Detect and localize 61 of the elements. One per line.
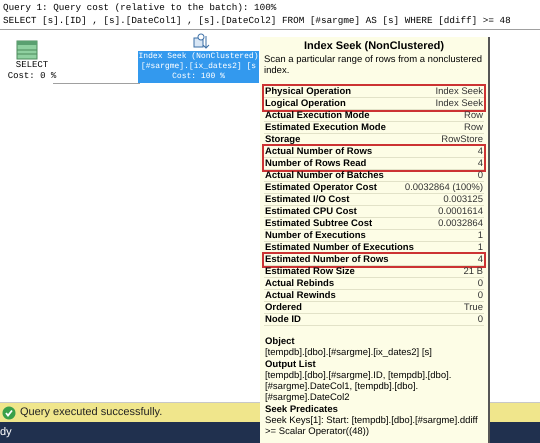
property-value: 0	[478, 170, 483, 181]
index-seek-node[interactable]: Index Seek (NonClustered) [#sargme].[ix_dates2] [s Cost: 100 %	[138, 51, 259, 83]
property-name: Estimated CPU Cost	[265, 206, 357, 217]
property-value: 0.003125	[443, 194, 483, 205]
property-value: 0.0032864	[438, 218, 483, 229]
property-value: Index Seek	[435, 98, 483, 109]
property-value: RowStore	[441, 134, 483, 145]
check-icon	[2, 406, 16, 420]
node-label: SELECT	[16, 60, 48, 71]
status-text: dy	[0, 425, 12, 440]
property-value: 0	[478, 278, 483, 289]
property-value: Row	[464, 122, 483, 133]
section-text: [tempdb].[dbo].[#sargme].[ix_dates2] [s]	[265, 347, 433, 358]
property-value: Row	[464, 110, 483, 121]
property-name: Estimated Number of Rows	[265, 254, 389, 265]
property-name: Actual Number of Batches	[265, 170, 384, 181]
property-value: 0	[478, 314, 483, 325]
property-name: Node ID	[265, 314, 301, 325]
property-value: 1	[478, 230, 483, 241]
property-name: Actual Rewinds	[265, 290, 336, 301]
property-value: 4	[478, 254, 483, 265]
property-value: 0.0032864 (100%)	[404, 182, 483, 193]
node-label: [#sargme].[ix_dates2] [s	[140, 62, 256, 72]
property-name: Estimated Subtree Cost	[265, 218, 372, 229]
property-name: Estimated Number of Executions	[265, 242, 414, 253]
property-name: Estimated Execution Mode	[265, 122, 386, 133]
index-seek-icon	[192, 33, 210, 51]
property-name: Actual Number of Rows	[265, 146, 372, 157]
property-name: Storage	[265, 134, 300, 145]
property-name: Logical Operation	[265, 98, 346, 109]
property-name: Estimated Row Size	[265, 266, 355, 277]
property-name: Estimated I/O Cost	[265, 194, 350, 205]
property-value: 0	[478, 290, 483, 301]
section-heading: Output List	[265, 359, 317, 370]
property-name: Actual Execution Mode	[265, 110, 370, 121]
property-value: 21 B	[463, 266, 483, 277]
section-heading: Seek Predicates	[265, 404, 339, 415]
node-cost: Cost: 0 %	[8, 71, 56, 82]
property-name: Physical Operation	[265, 86, 352, 97]
table-icon	[16, 40, 38, 60]
query-text: SELECT [s].[ID] , [s].[DateCol1] , [s].[DateCol2] FROM [#sargme] AS [s] WHERE [ddiff] >= 48	[3, 14, 512, 27]
property-name: Estimated Operator Cost	[265, 182, 377, 193]
property-name: Actual Rebinds	[265, 278, 334, 289]
tooltip-title: Index Seek (NonClustered)	[303, 41, 445, 52]
property-value: Index Seek	[435, 86, 483, 97]
property-name: Number of Executions	[265, 230, 366, 241]
property-value: 1	[478, 242, 483, 253]
property-name: Number of Rows Read	[265, 158, 366, 169]
property-value: True	[464, 302, 483, 313]
node-label: Cost: 100 %	[172, 72, 225, 82]
node-label: Index Seek (NonClustered)	[138, 52, 259, 62]
section-text: [tempdb].[dbo].[#sargme].ID, [tempdb].[dbo].[#sargme].DateCol1, [tempdb].[dbo].[#sargme].DateCol2	[265, 370, 452, 403]
status-message: Query executed successfully.	[20, 405, 162, 420]
property-name: Ordered	[265, 302, 302, 313]
property-value: 4	[478, 146, 483, 157]
property-value: 4	[478, 158, 483, 169]
query-text: Query 1: Query cost (relative to the batch): 100%	[3, 1, 278, 14]
section-heading: Object	[265, 336, 296, 347]
section-text: Seek Keys[1]: Start: [tempdb].[dbo].[#sargme].ddiff >= Scalar Operator((48))	[265, 415, 479, 437]
property-value: 0.0001614	[438, 206, 483, 217]
tooltip-description: Scan a particular range of rows from a nonclustered index.	[264, 54, 484, 76]
